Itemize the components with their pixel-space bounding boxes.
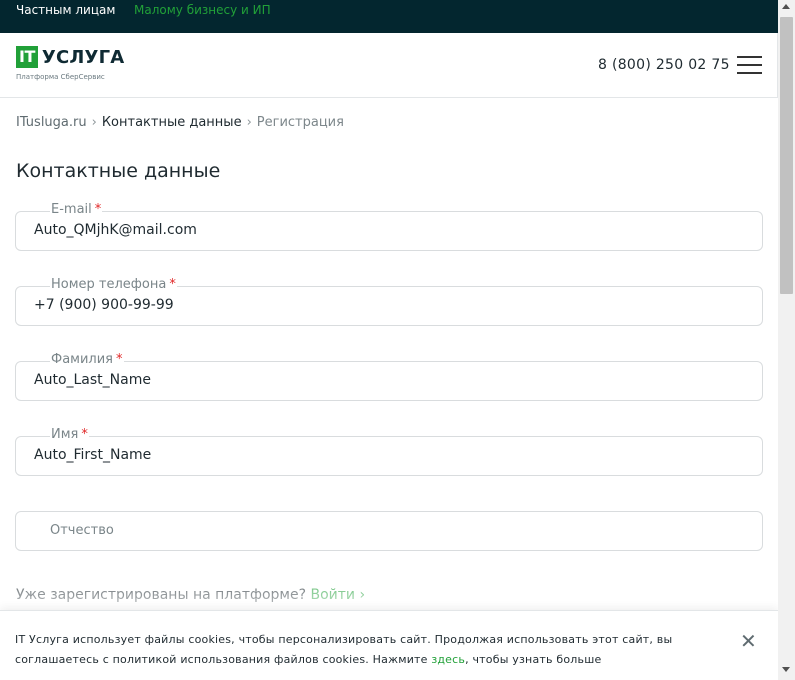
logo-word: УСЛУГА xyxy=(41,46,125,68)
breadcrumb-contacts-link[interactable]: Контактные данные xyxy=(102,115,242,130)
scroll-up-arrow-icon[interactable] xyxy=(782,4,790,9)
segment-business-link[interactable]: Малому бизнесу и ИП xyxy=(134,3,271,17)
phone-field[interactable]: Номер телефона * +7 (900) 900-99-99 xyxy=(15,277,763,326)
first-name-value[interactable]: Auto_First_Name xyxy=(34,447,151,463)
breadcrumb-current: Регистрация xyxy=(256,115,344,130)
email-value[interactable]: Auto_QMjhK@mail.com xyxy=(34,222,197,238)
first-name-label: Имя * xyxy=(50,427,89,442)
required-mark: * xyxy=(116,352,123,367)
phone-value[interactable]: +7 (900) 900-99-99 xyxy=(34,297,174,313)
cookie-details-link[interactable]: здесь xyxy=(431,653,465,666)
email-label: E-mail * xyxy=(50,202,103,217)
middle-name-placeholder: Отчество xyxy=(50,523,114,538)
logo-mark: IT xyxy=(16,46,38,68)
last-name-label: Фамилия * xyxy=(50,352,124,367)
site-header: IT УСЛУГА Платформа СберСервис 8 (800) 2… xyxy=(0,33,778,98)
email-field[interactable]: E-mail * Auto_QMjhK@mail.com xyxy=(15,202,763,251)
first-name-field[interactable]: Имя * Auto_First_Name xyxy=(15,427,763,476)
close-icon[interactable]: ✕ xyxy=(740,629,757,653)
chevron-right-icon: › xyxy=(91,115,97,130)
cookie-banner: IT Услуга использует файлы cookies, чтоб… xyxy=(0,610,778,680)
chevron-right-icon: › xyxy=(246,115,252,130)
logo-subtitle: Платформа СберСервис xyxy=(16,73,105,81)
required-mark: * xyxy=(81,427,88,442)
scrollbar-thumb[interactable] xyxy=(780,17,793,294)
page-scrollbar[interactable] xyxy=(778,0,795,680)
breadcrumb: ITusluga.ru › Контактные данные › Регист… xyxy=(16,115,344,130)
breadcrumb-home-link[interactable]: ITusluga.ru xyxy=(16,115,87,130)
page-title: Контактные данные xyxy=(16,160,221,182)
phone-number[interactable]: 8 (800) 250 02 75 xyxy=(598,57,730,73)
hamburger-menu-icon[interactable] xyxy=(737,54,762,76)
last-name-value[interactable]: Auto_Last_Name xyxy=(34,372,151,388)
top-segment-bar: Частным лицам Малому бизнесу и ИП xyxy=(0,0,778,33)
last-name-field[interactable]: Фамилия * Auto_Last_Name xyxy=(15,352,763,401)
phone-label: Номер телефона * xyxy=(50,277,177,292)
middle-name-field[interactable]: Отчество xyxy=(15,511,763,551)
logo[interactable]: IT УСЛУГА Платформа СберСервис xyxy=(16,46,124,81)
required-mark: * xyxy=(94,202,102,217)
required-mark: * xyxy=(169,277,176,292)
cookie-text: IT Услуга использует файлы cookies, чтоб… xyxy=(15,633,673,666)
segment-private-link[interactable]: Частным лицам xyxy=(16,3,115,17)
login-link[interactable]: Войти › xyxy=(310,587,365,603)
already-registered-text: Уже зарегистрированы на платформе? Войти… xyxy=(16,587,366,603)
scroll-down-arrow-icon[interactable] xyxy=(782,667,790,672)
